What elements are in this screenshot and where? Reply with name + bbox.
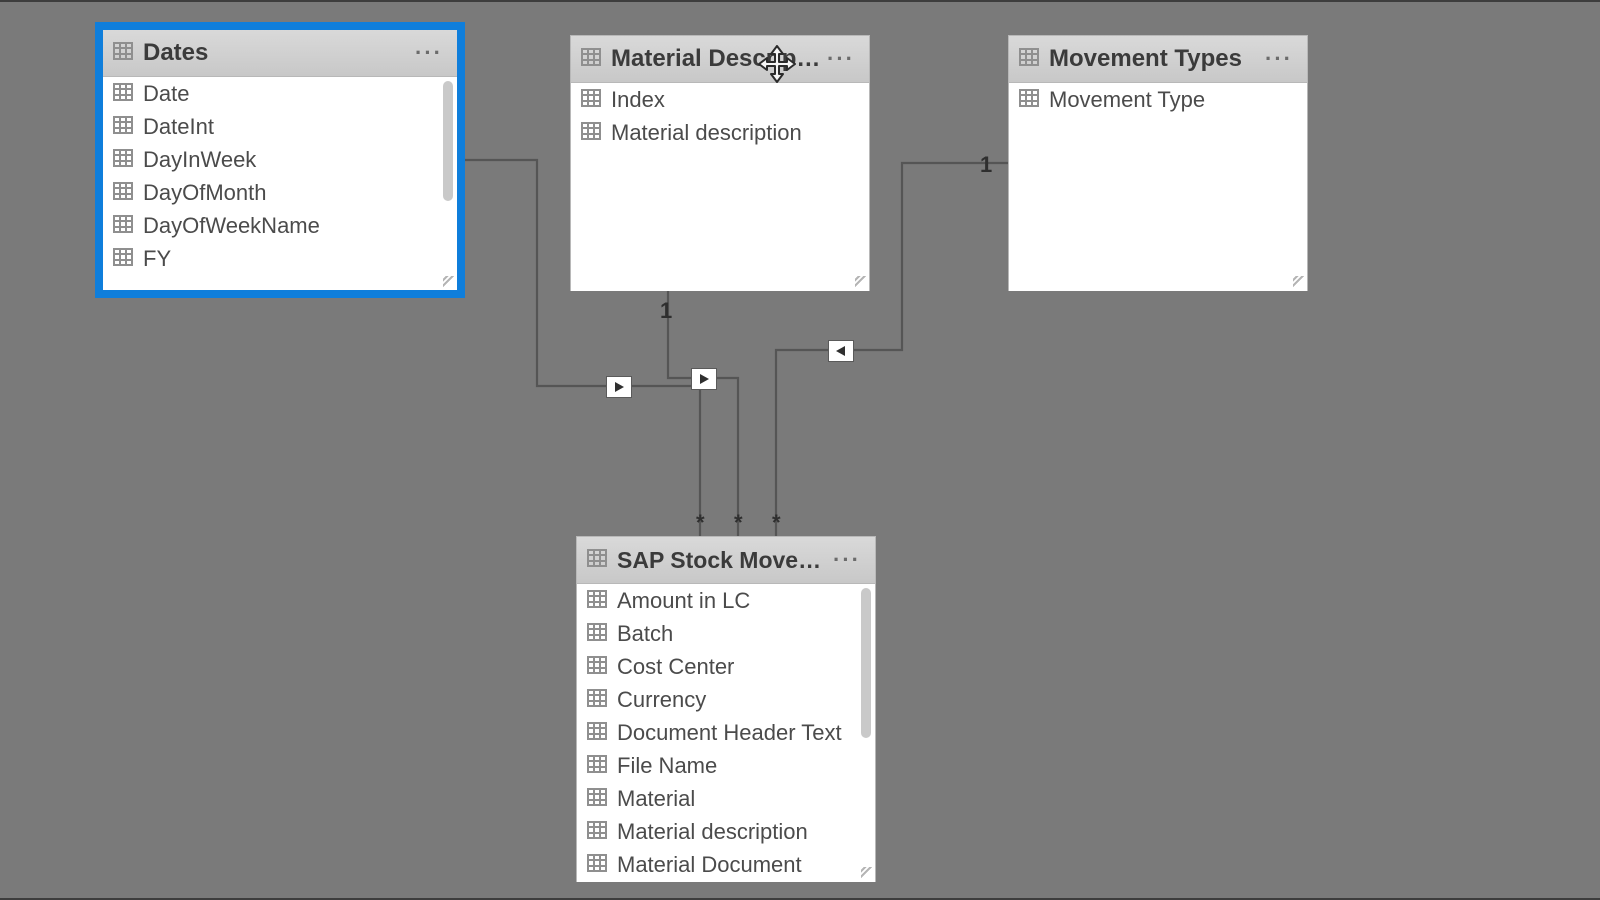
column-icon (587, 786, 607, 812)
column-icon (113, 180, 133, 206)
field-item[interactable]: Index (571, 83, 869, 116)
table-title: Dates (143, 39, 411, 67)
scrollbar[interactable] (443, 81, 453, 201)
field-item[interactable]: DateInt (103, 110, 457, 143)
column-icon (587, 621, 607, 647)
column-icon (587, 720, 607, 746)
field-label: FY (143, 246, 171, 272)
field-label: Material (617, 786, 695, 812)
column-icon (113, 81, 133, 107)
column-icon (113, 147, 133, 173)
column-icon (587, 753, 607, 779)
field-list[interactable]: Amount in LC Batch Cost Center Currency … (577, 584, 875, 882)
field-item[interactable]: DayInWeek (103, 143, 457, 176)
table-title: SAP Stock Movements (617, 547, 829, 574)
field-list[interactable]: Date DateInt DayInWeek DayOfMonth DayOfW… (103, 77, 457, 279)
filter-direction-icon (828, 340, 854, 362)
column-icon (587, 687, 607, 713)
table-sap-stock-movements[interactable]: SAP Stock Movements ··· Amount in LC Bat… (576, 536, 876, 882)
field-label: Currency (617, 687, 706, 713)
field-label: DateInt (143, 114, 214, 140)
field-label: Movement Type (1049, 87, 1205, 113)
field-item[interactable]: Cost Center (577, 650, 875, 683)
table-header[interactable]: Movement Types ··· (1009, 36, 1307, 83)
resize-handle[interactable] (855, 276, 867, 288)
field-label: DayOfMonth (143, 180, 267, 206)
resize-handle[interactable] (443, 276, 455, 288)
field-item[interactable]: Material (577, 782, 875, 815)
field-label: Material description (611, 120, 802, 146)
resize-handle[interactable] (861, 867, 873, 879)
cardinality-many: * (772, 510, 781, 536)
field-item[interactable]: Document Header Text (577, 716, 875, 749)
column-icon (581, 87, 601, 113)
field-label: Amount in LC (617, 588, 750, 614)
table-more-menu[interactable]: ··· (829, 547, 865, 573)
field-list[interactable]: Index Material description (571, 83, 869, 291)
table-more-menu[interactable]: ··· (411, 40, 447, 66)
field-item[interactable]: Amount in LC (577, 584, 875, 617)
table-icon (1019, 45, 1039, 73)
table-dates[interactable]: Dates ··· Date DateInt DayInWeek DayOfMo… (103, 30, 457, 290)
field-label: DayOfWeekName (143, 213, 320, 239)
field-label: File Name (617, 753, 717, 779)
table-title: Movement Types (1049, 45, 1261, 73)
table-title: Material Description (611, 45, 823, 73)
column-icon (113, 213, 133, 239)
model-canvas[interactable]: Dates ··· Date DateInt DayInWeek DayOfMo… (0, 0, 1600, 900)
field-label: Document Header Text (617, 720, 842, 746)
resize-handle[interactable] (1293, 276, 1305, 288)
cardinality-one: 1 (660, 298, 672, 324)
field-item[interactable]: File Name (577, 749, 875, 782)
field-item[interactable]: Material description (571, 116, 869, 149)
field-label: Date (143, 81, 189, 107)
field-list[interactable]: Movement Type (1009, 83, 1307, 291)
table-icon (581, 45, 601, 73)
table-header[interactable]: Material Description ··· (571, 36, 869, 83)
column-icon (587, 819, 607, 845)
field-label: Cost Center (617, 654, 734, 680)
table-icon (113, 39, 133, 67)
cardinality-one: 1 (980, 152, 992, 178)
column-icon (581, 120, 601, 146)
table-dates-selection: Dates ··· Date DateInt DayInWeek DayOfMo… (95, 22, 465, 298)
column-icon (587, 654, 607, 680)
field-label: Batch (617, 621, 673, 647)
scrollbar[interactable] (861, 588, 871, 738)
column-icon (1019, 87, 1039, 113)
cardinality-many: * (696, 510, 705, 536)
column-icon (113, 246, 133, 272)
table-icon (587, 546, 607, 574)
field-item[interactable]: Material description (577, 815, 875, 848)
field-item[interactable]: Material Document (577, 848, 875, 881)
table-more-menu[interactable]: ··· (1261, 46, 1297, 72)
table-header[interactable]: SAP Stock Movements ··· (577, 537, 875, 584)
column-icon (587, 852, 607, 878)
filter-direction-icon (691, 368, 717, 390)
column-icon (587, 588, 607, 614)
table-more-menu[interactable]: ··· (823, 46, 859, 72)
field-item[interactable]: Currency (577, 683, 875, 716)
field-item[interactable]: FY (103, 242, 457, 275)
field-label: DayInWeek (143, 147, 256, 173)
table-movement-types[interactable]: Movement Types ··· Movement Type (1008, 35, 1308, 291)
field-label: Material Document (617, 852, 802, 878)
field-label: Index (611, 87, 665, 113)
filter-direction-icon (606, 376, 632, 398)
cardinality-many: * (734, 510, 743, 536)
table-material-description[interactable]: Material Description ··· Index Material … (570, 35, 870, 291)
field-item[interactable]: Date (103, 77, 457, 110)
column-icon (113, 114, 133, 140)
field-item[interactable]: Batch (577, 617, 875, 650)
field-item[interactable]: DayOfWeekName (103, 209, 457, 242)
table-header[interactable]: Dates ··· (103, 30, 457, 77)
field-label: Material description (617, 819, 808, 845)
field-item[interactable]: DayOfMonth (103, 176, 457, 209)
field-item[interactable]: Movement Type (1009, 83, 1307, 116)
